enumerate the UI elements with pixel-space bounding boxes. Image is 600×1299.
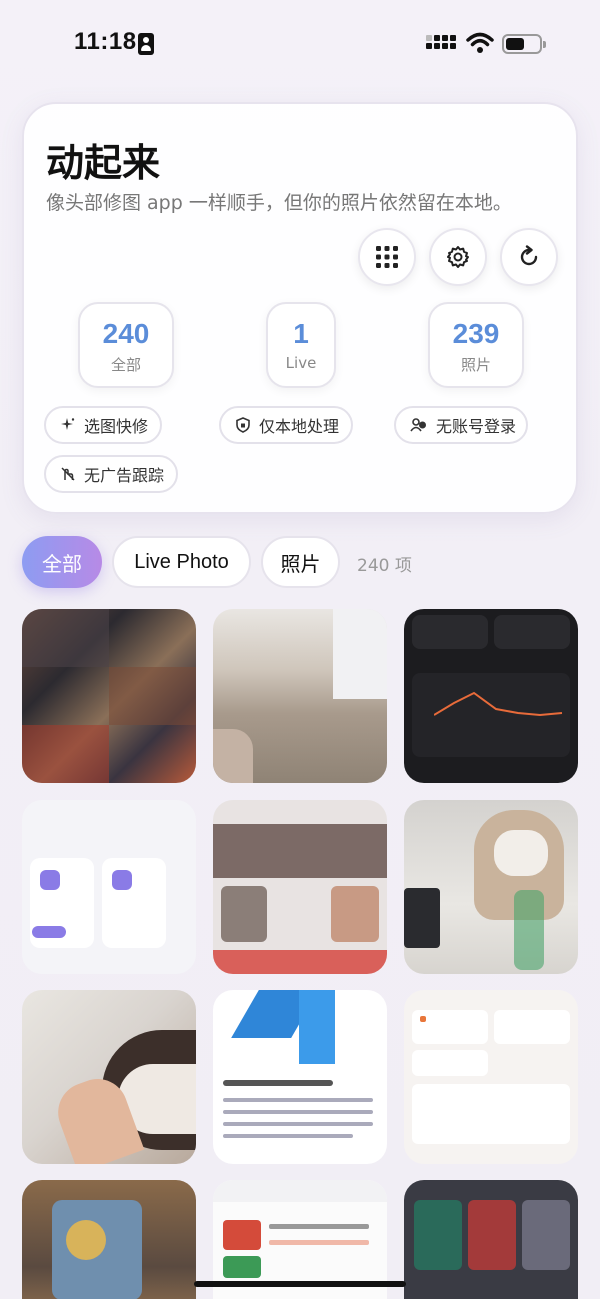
feature-chip-local-only: 仅本地处理 [219,406,353,444]
stat-live[interactable]: 1 Live [266,302,336,388]
photo-thumbnail[interactable] [22,990,196,1164]
tab-photos[interactable]: 照片 [261,536,340,588]
sparkle-icon [61,418,75,430]
shield-icon [236,417,250,433]
stat-live-label: Live [285,354,317,372]
status-bar: 11:18 [0,0,600,88]
photo-thumbnail[interactable] [404,609,578,783]
photo-thumbnail[interactable] [404,990,578,1164]
battery-icon [502,34,546,54]
item-count: 240 项 [357,556,412,576]
chip-label: 无账号登录 [436,417,517,436]
feature-chip-no-account: 无账号登录 [394,406,528,444]
users-icon [410,418,426,432]
photo-thumbnail[interactable] [22,1180,196,1299]
photo-thumbnail[interactable] [22,609,196,783]
status-time: 11:18 [74,28,137,55]
stat-all-label: 全部 [110,356,141,374]
home-indicator [194,1281,406,1287]
stat-photos-value: 239 [452,318,500,349]
hero-card: 动起来 像头部修图 app 一样顺手，但你的照片依然留在本地。 240 全部 1… [22,102,578,514]
cellular-signal-icon [426,33,458,53]
refresh-button[interactable] [500,228,558,286]
photo-thumbnail[interactable] [213,609,387,783]
feature-chip-quick-edit: 选图快修 [44,406,162,444]
photo-thumbnail[interactable] [404,1180,578,1299]
feature-chip-no-ads: 无广告跟踪 [44,455,178,493]
stat-photos[interactable]: 239 照片 [428,302,524,388]
chip-label: 选图快修 [84,417,149,436]
settings-button[interactable] [429,228,487,286]
tab-all[interactable]: 全部 [22,536,102,588]
grid-view-button[interactable] [358,228,416,286]
stat-photos-label: 照片 [460,356,491,374]
page-subtitle: 像头部修图 app 一样顺手，但你的照片依然留在本地。 [46,192,512,214]
contact-card-icon [138,33,154,55]
photo-thumbnail[interactable] [213,800,387,974]
photo-thumbnail[interactable] [404,800,578,974]
wifi-icon [466,32,494,53]
page-title: 动起来 [46,141,161,185]
gear-icon [447,246,469,268]
refresh-icon [520,245,538,266]
no-tracking-hand-icon [61,467,75,481]
stat-all-value: 240 [102,318,150,349]
chip-label: 仅本地处理 [259,417,340,436]
tab-live-photo[interactable]: Live Photo [112,536,251,588]
photo-thumbnail[interactable] [22,800,196,974]
photo-thumbnail[interactable] [213,990,387,1164]
chip-label: 无广告跟踪 [84,466,165,485]
stat-live-value: 1 [293,318,309,349]
grid-icon [376,246,398,268]
stat-all[interactable]: 240 全部 [78,302,174,388]
